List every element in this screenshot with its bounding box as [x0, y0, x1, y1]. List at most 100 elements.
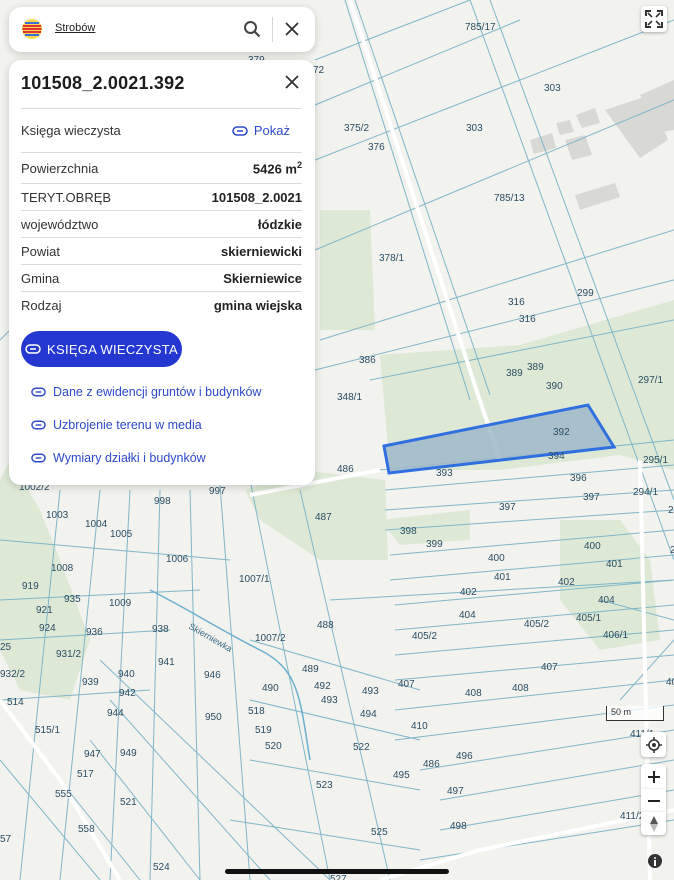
link-icon	[31, 453, 46, 463]
parcel-number-label: 316	[519, 314, 536, 325]
divider	[21, 291, 302, 292]
parcel-number-label: 408	[512, 683, 529, 694]
search-query-text[interactable]: Strobów	[55, 22, 95, 34]
parcel-number-label: 942	[119, 688, 136, 699]
parcel-number-label: 393	[436, 468, 453, 479]
parcel-number-label: 405/2	[412, 631, 437, 642]
parcel-number-label: 527	[330, 874, 347, 880]
parcel-number-label: 519	[255, 725, 272, 736]
parcel-number-label: 392	[553, 427, 570, 438]
parcel-number-label: 401	[494, 572, 511, 583]
info-icon	[654, 856, 656, 866]
link-wymiary[interactable]: Wymiary działki i budynków	[31, 451, 206, 465]
fullscreen-button[interactable]	[641, 6, 667, 32]
parcel-number-label: 401	[606, 559, 623, 570]
parcel-number-label: 400	[584, 541, 601, 552]
parcel-number-label: 404	[598, 595, 615, 606]
parcel-number-label: 932/2	[0, 669, 25, 680]
divider	[21, 210, 302, 211]
search-button[interactable]	[239, 16, 265, 42]
parcel-number-label: 1009	[109, 598, 132, 609]
compass-icon	[649, 815, 658, 832]
divider	[21, 264, 302, 265]
parcel-number-label: 939	[82, 677, 99, 688]
parcel-number-label: 520	[265, 741, 282, 752]
parcel-number-label: 488	[317, 620, 334, 631]
parcel-info-panel: 101508_2.0021.392 Księga wieczysta Pokaż…	[9, 60, 315, 485]
link-uzbrojenie[interactable]: Uzbrojenie terenu w media	[31, 418, 202, 432]
parcel-number-label: 524	[153, 862, 170, 873]
ksiega-show-link[interactable]: Pokaż	[232, 123, 290, 138]
parcel-number-label: 402	[460, 587, 477, 598]
parcel-number-label: 489	[302, 664, 319, 675]
parcel-number-label: 406/1	[603, 630, 628, 641]
parcel-number-label: 558	[78, 824, 95, 835]
parcel-number-label: 303	[544, 83, 561, 94]
parcel-number-label: 295/1	[643, 455, 668, 466]
parcel-number-label: 998	[154, 496, 171, 507]
link-icon	[25, 344, 41, 354]
parcel-number-label: 1005	[110, 529, 133, 540]
parcel-number-label: 950	[205, 712, 222, 723]
gmina-value: Skierniewice	[223, 271, 302, 286]
parcel-number-label: 495	[393, 770, 410, 781]
zoom-out-button[interactable]	[641, 789, 666, 812]
parcel-number-label: 1007/2	[255, 633, 286, 644]
parcel-number-label: 407	[398, 679, 415, 690]
parcel-number-label: 399	[426, 539, 443, 550]
wojewodztwo-label: województwo	[21, 217, 99, 232]
parcel-number-label: 1008	[51, 563, 74, 574]
parcel-number-label: 1006	[166, 554, 189, 565]
zoom-out-icon	[647, 799, 660, 802]
info-button[interactable]	[648, 854, 662, 868]
parcel-number-label: 405/2	[524, 619, 549, 630]
parcel-number-label: 515/1	[35, 725, 60, 736]
wojewodztwo-value: łódzkie	[257, 217, 302, 232]
divider	[21, 183, 302, 184]
close-panel-button[interactable]	[279, 69, 305, 95]
expand-icon	[645, 10, 663, 28]
teryt-label: TERYT.OBRĘB	[21, 190, 112, 205]
parcel-number-label: 921	[36, 605, 53, 616]
parcel-number-label: 938	[152, 624, 169, 635]
clear-search-button[interactable]	[279, 16, 305, 42]
parcel-number-label: 941	[158, 657, 175, 668]
parcel-number-label: 404	[459, 610, 476, 621]
search-icon	[244, 21, 261, 38]
powiat-label: Powiat	[21, 244, 61, 259]
parcel-number-label: 294/1	[633, 487, 658, 498]
ksiega-wieczysta-button-label: KSIĘGA WIECZYSTA	[47, 341, 178, 357]
parcel-number-label: 518	[248, 706, 265, 717]
zoom-in-button[interactable]	[641, 764, 666, 789]
area-unit-exponent: 2	[296, 160, 302, 170]
parcel-number-label: 498	[450, 821, 467, 832]
parcel-number-label: 486	[337, 464, 354, 475]
parcel-number-label: 1003	[46, 510, 69, 521]
locate-icon	[645, 736, 662, 753]
parcel-number-label: 394	[548, 451, 565, 462]
divider	[21, 237, 302, 238]
parcel-number-label: 389	[527, 362, 544, 373]
gmina-label: Gmina	[21, 271, 60, 286]
reset-north-button[interactable]	[641, 812, 666, 835]
ksiega-wieczysta-button[interactable]: KSIĘGA WIECZYSTA	[21, 331, 182, 367]
parcel-number-label: 555	[55, 789, 72, 800]
locate-button[interactable]	[641, 732, 666, 757]
parcel-number-label: 525	[371, 827, 388, 838]
parcel-number-label: 316	[508, 297, 525, 308]
parcel-number-label: 396	[570, 473, 587, 484]
parcel-number-label: 397	[583, 492, 600, 503]
parcel-number-label: 497	[447, 786, 464, 797]
parcel-number-label: 2	[668, 505, 674, 516]
divider	[21, 108, 302, 109]
parcel-number-label: 947	[84, 749, 101, 760]
parcel-number-label: 919	[22, 581, 39, 592]
zoom-in-icon	[647, 770, 660, 783]
parcel-number-label: 390	[546, 381, 563, 392]
link-ewidencja[interactable]: Dane z ewidencji gruntów i budynków	[31, 385, 261, 399]
link-wymiary-label: Wymiary działki i budynków	[53, 451, 206, 465]
parcel-number-label: 521	[120, 797, 137, 808]
parcel-number-label: 407	[541, 662, 558, 673]
divider	[21, 152, 302, 153]
parcel-number-label: 486	[423, 759, 440, 770]
